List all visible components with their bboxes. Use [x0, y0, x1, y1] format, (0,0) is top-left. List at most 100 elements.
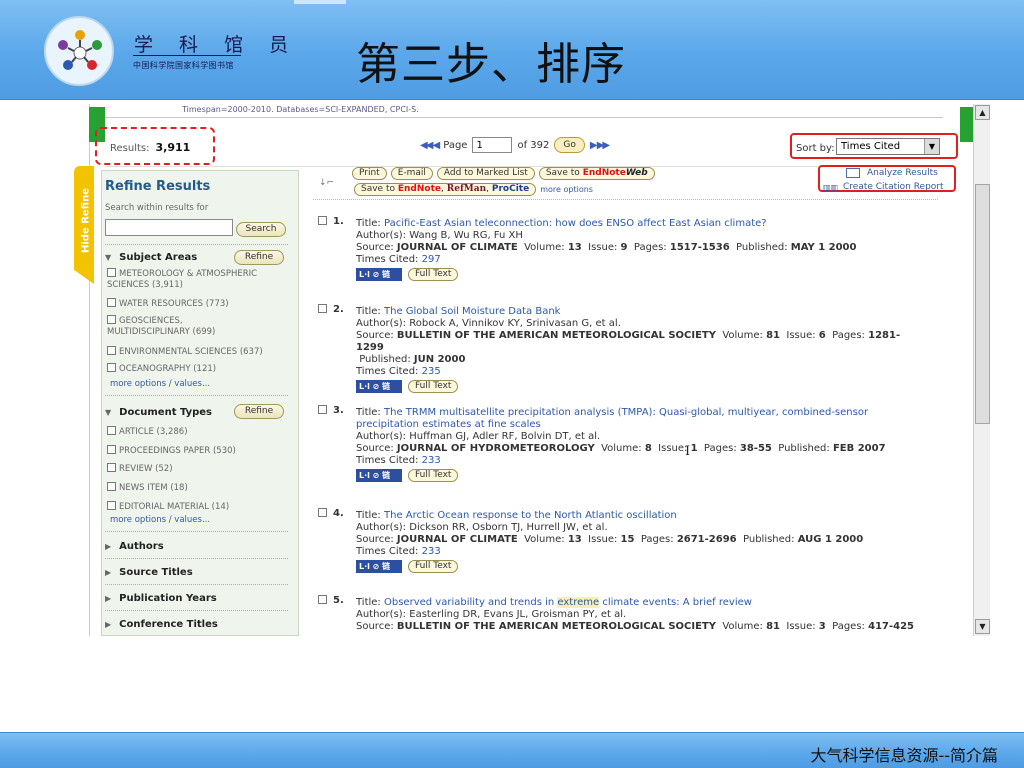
times-cited-link[interactable]: 233 [422, 455, 441, 466]
subject-areas-heading[interactable]: ▼ Subject Areas [105, 252, 197, 263]
checkbox[interactable] [107, 363, 116, 372]
page-total: of 392 [517, 139, 550, 151]
result-record: 5. Title: Observed variability and trend… [318, 595, 926, 633]
more-options-link[interactable]: more options [540, 185, 593, 194]
subject-item[interactable]: ENVIRONMENTAL SCIENCES (637) [107, 346, 287, 358]
doctype-refine-button[interactable]: Refine [234, 404, 284, 419]
checkbox[interactable] [107, 426, 116, 435]
checkbox[interactable] [107, 298, 116, 307]
subject-more-link[interactable]: more options / values... [110, 379, 210, 389]
subject-item[interactable]: WATER RESOURCES (773) [107, 298, 287, 310]
search-within-label: Search within results for [105, 203, 209, 213]
record-number: 2. [318, 304, 344, 316]
doctype-item[interactable]: REVIEW (52) [107, 463, 287, 475]
record-source: BULLETIN OF THE AMERICAN METEOROLOGICAL … [396, 330, 716, 341]
refine-title: Refine Results [105, 179, 211, 194]
next-last-page-icon[interactable]: ▶ ▶▶ [590, 140, 610, 151]
org-divider [133, 55, 241, 56]
subject-item[interactable]: OCEANOGRAPHY (121) [107, 363, 287, 375]
org-name: 学 科 馆 员 [134, 34, 299, 56]
divider [105, 531, 288, 532]
email-button[interactable]: E-mail [390, 167, 433, 180]
search-within-input[interactable] [105, 219, 233, 236]
library-logo-icon [44, 16, 114, 86]
subject-item[interactable]: GEOSCIENCES, MULTIDISCIPLINARY (699) [107, 315, 257, 338]
checkbox[interactable] [107, 315, 116, 324]
checkbox[interactable] [107, 445, 116, 454]
source-titles-section[interactable]: ▶ Source Titles [105, 567, 193, 578]
record-checkbox[interactable] [318, 216, 327, 225]
scroll-thumb[interactable] [975, 184, 990, 424]
times-cited-link[interactable]: 297 [422, 254, 441, 265]
save-to-endnote-web-button[interactable]: Save to EndNoteWeb [538, 167, 655, 180]
slide-title: 第三步、排序 [356, 39, 626, 90]
conference-titles-section[interactable]: ▶ Conference Titles [105, 619, 218, 630]
save-to-endnote-refman-procite-button[interactable]: Save to EndNote, RefMan, ProCite [354, 183, 537, 196]
record-checkbox[interactable] [318, 595, 327, 604]
doctype-item[interactable]: EDITORIAL MATERIAL (14) [107, 501, 287, 513]
analyze-results-link[interactable]: Analyze Results [867, 168, 938, 178]
create-citation-report-link[interactable]: Create Citation Report [843, 182, 944, 192]
triangle-right-icon: ▶ [105, 620, 112, 629]
first-prev-page-icon[interactable]: ◀◀ ◀ [420, 140, 440, 151]
checkbox[interactable] [107, 268, 116, 277]
search-button[interactable]: Search [236, 222, 286, 237]
doctype-item[interactable]: ARTICLE (3,286) [107, 426, 287, 438]
full-text-button[interactable]: Full Text [408, 380, 459, 393]
sort-by-select[interactable]: Times Cited ▼ [836, 138, 940, 155]
checkbox[interactable] [107, 463, 116, 472]
chevron-down-icon[interactable]: ▼ [924, 139, 939, 154]
slide-header: 学 科 馆 员 中国科学院国家科学图书馆 第三步、排序 [0, 0, 1024, 100]
page-number-input[interactable] [472, 137, 513, 153]
print-button[interactable]: Print [352, 167, 387, 180]
doctype-more-link[interactable]: more options / values... [110, 515, 210, 525]
publication-years-section[interactable]: ▶ Publication Years [105, 593, 217, 604]
link-resolver-button[interactable]: L·l ⊘ 链 [356, 560, 402, 573]
scroll-down-icon[interactable]: ▼ [975, 619, 990, 634]
hide-refine-tab[interactable]: Hide Refine [74, 166, 94, 284]
page-label: Page [443, 139, 468, 151]
triangle-down-icon: ▼ [105, 253, 112, 262]
link-resolver-button[interactable]: L·l ⊘ 链 [356, 469, 402, 482]
citation-report-icon: ▥▥ [823, 183, 839, 192]
times-cited-link[interactable]: 233 [422, 546, 441, 557]
refine-sidebar: Refine Results Search within results for… [101, 170, 299, 636]
record-title-link[interactable]: Pacific-East Asian teleconnection: how d… [384, 218, 767, 229]
record-number: 5. [318, 595, 344, 607]
vertical-scrollbar[interactable]: ▲ ▼ [973, 104, 990, 636]
record-checkbox[interactable] [318, 508, 327, 517]
triangle-down-icon: ▼ [105, 408, 112, 417]
go-button[interactable]: Go [554, 137, 585, 153]
record-title-link[interactable]: The Arctic Ocean response to the North A… [384, 510, 677, 521]
record-authors: Robock A, Vinnikov KY, Srinivasan G, et … [409, 318, 621, 329]
full-text-button[interactable]: Full Text [408, 268, 459, 281]
add-to-marked-list-button[interactable]: Add to Marked List [436, 167, 535, 180]
scroll-up-icon[interactable]: ▲ [975, 105, 990, 120]
checkbox[interactable] [107, 501, 116, 510]
record-title-link[interactable]: Observed variability and trends in extre… [384, 597, 752, 608]
subject-refine-button[interactable]: Refine [234, 250, 284, 265]
divider [105, 117, 943, 118]
record-title-link[interactable]: The Global Soil Moisture Data Bank [384, 306, 560, 317]
checkbox[interactable] [107, 482, 116, 491]
divider [105, 610, 288, 611]
record-checkbox[interactable] [318, 405, 327, 414]
doctype-item[interactable]: NEWS ITEM (18) [107, 482, 287, 494]
select-all-arrow-icon: ↓⌐ [319, 178, 335, 188]
link-resolver-button[interactable]: L·l ⊘ 链 [356, 380, 402, 393]
full-text-button[interactable]: Full Text [408, 469, 459, 482]
subject-item[interactable]: METEOROLOGY & ATMOSPHERIC SCIENCES (3,91… [107, 268, 287, 291]
green-accent-right [960, 107, 974, 142]
full-text-button[interactable]: Full Text [408, 560, 459, 573]
triangle-right-icon: ▶ [105, 594, 112, 603]
record-number: 3. [318, 405, 344, 417]
checkbox[interactable] [107, 346, 116, 355]
authors-section[interactable]: ▶ Authors [105, 541, 164, 552]
doctype-item[interactable]: PROCEEDINGS PAPER (530) [107, 445, 287, 457]
record-checkbox[interactable] [318, 304, 327, 313]
document-types-heading[interactable]: ▼ Document Types [105, 407, 212, 418]
sort-value: Times Cited [841, 141, 901, 152]
times-cited-link[interactable]: 235 [422, 366, 441, 377]
record-title-link[interactable]: The TRMM multisatellite precipitation an… [356, 407, 868, 430]
link-resolver-button[interactable]: L·l ⊘ 链 [356, 268, 402, 281]
